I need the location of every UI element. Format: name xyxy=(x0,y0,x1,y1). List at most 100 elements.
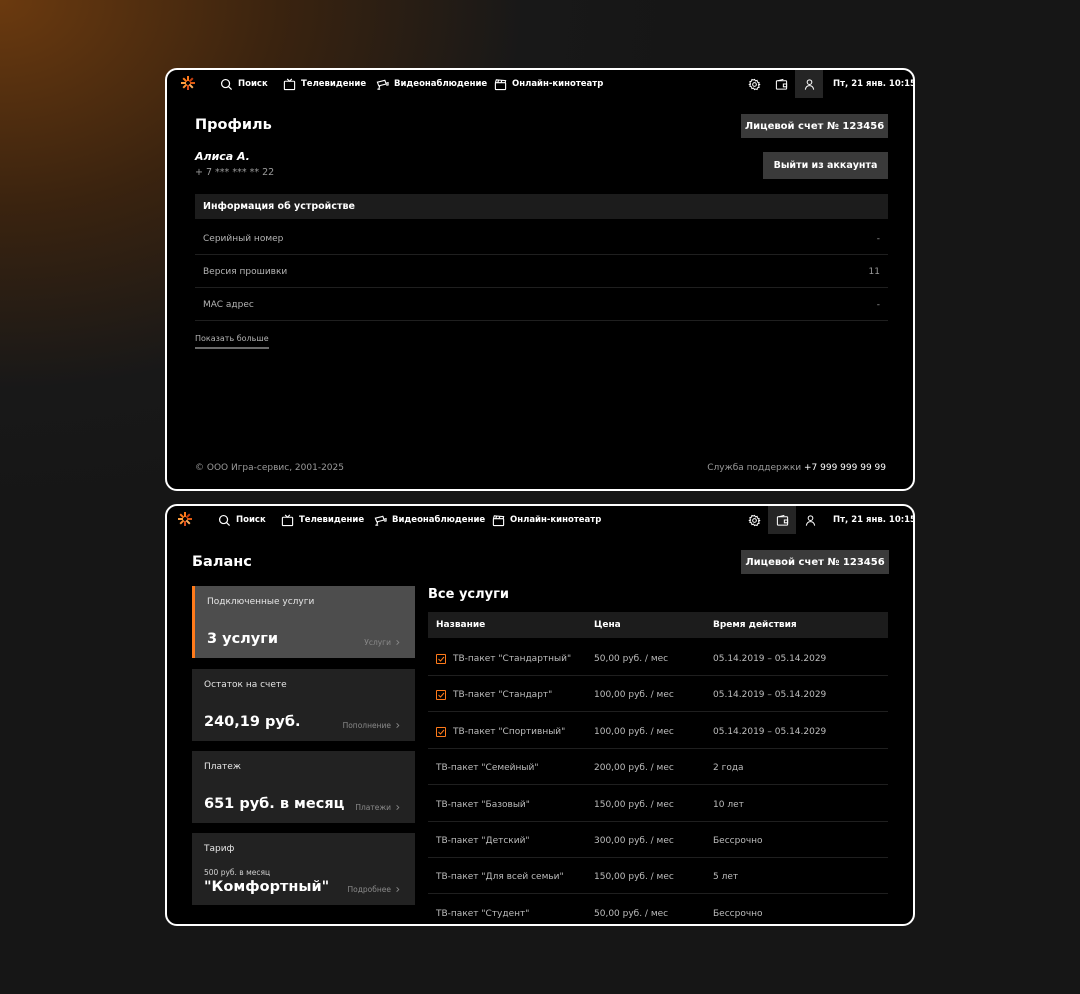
page-title: Баланс xyxy=(192,554,252,570)
nav-tv-label: Телевидение xyxy=(301,79,367,89)
nav-tv[interactable]: Телевидение xyxy=(283,70,366,98)
wallet-icon xyxy=(775,78,787,90)
cinema-icon xyxy=(492,514,505,526)
card-balance[interactable]: Остаток на счете 240,19 руб. Пополнение xyxy=(192,669,415,741)
device-info-label: Версия прошивки xyxy=(203,267,288,277)
profile-button[interactable] xyxy=(796,506,824,534)
service-name: ТВ-пакет "Семейный" xyxy=(436,763,539,774)
service-period: 10 лет xyxy=(713,799,744,810)
service-name: ТВ-пакет "Базовый" xyxy=(436,799,530,810)
profile-button[interactable] xyxy=(795,70,823,98)
settings-button[interactable] xyxy=(740,70,768,98)
table-row[interactable]: ТВ-пакет "Студент" 50,00 руб. / мес Бессро… xyxy=(428,895,888,924)
checkbox-icon[interactable] xyxy=(436,654,446,664)
device-info-label: Серийный номер xyxy=(203,234,284,244)
card-sub: 500 руб. в месяц xyxy=(204,868,271,877)
service-price: 200,00 руб. / мес xyxy=(594,763,674,774)
column-header: Цена xyxy=(594,620,621,630)
nav-video-label: Видеонаблюдение xyxy=(394,79,488,89)
account-number-button[interactable]: Лицевой счет № 123456 xyxy=(741,550,889,574)
show-more-link[interactable]: Показать больше xyxy=(195,334,269,349)
tv-icon xyxy=(283,78,296,90)
device-info-value: - xyxy=(876,300,880,310)
service-period: 05.14.2019 – 05.14.2029 xyxy=(713,654,827,664)
card-label: Подключенные услуги xyxy=(207,597,315,607)
wallet-button[interactable] xyxy=(767,70,795,98)
nav-search-label: Поиск xyxy=(238,79,268,89)
card-link[interactable]: Платежи xyxy=(355,803,401,812)
top-nav: Поиск Телевидение Видеонаблюдение Онлайн… xyxy=(167,70,913,98)
nav-cinema-label: Онлайн-кинотеатр xyxy=(512,79,604,89)
nav-search-label: Поиск xyxy=(236,515,266,525)
table-row[interactable]: ТВ-пакет "Базовый" 150,00 руб. / мес 10 ле… xyxy=(428,786,888,822)
nav-video[interactable]: Видеонаблюдение xyxy=(374,506,485,534)
card-link-label: Услуги xyxy=(364,638,391,647)
datetime: Пт, 21 янв. 10:15 xyxy=(833,515,915,525)
service-price: 300,00 руб. / мес xyxy=(594,836,674,846)
nav-video[interactable]: Видеонаблюдение xyxy=(376,70,487,98)
support-phone[interactable]: +7 999 999 99 99 xyxy=(804,463,886,473)
settings-icon xyxy=(747,514,761,526)
account-number-button[interactable]: Лицевой счет № 123456 xyxy=(741,114,888,138)
nav-search[interactable]: Поиск xyxy=(220,70,268,98)
card-link-label: Пополнение xyxy=(342,721,391,730)
chevron-right-icon xyxy=(396,640,400,645)
chevron-right-icon xyxy=(396,805,400,810)
service-price: 150,00 руб. / мес xyxy=(594,799,674,810)
card-link[interactable]: Услуги xyxy=(364,638,401,647)
table-row[interactable]: ТВ-пакет "Стандартный" 50,00 руб. / мес 05… xyxy=(428,640,888,676)
device-info-header: Информация об устройстве xyxy=(195,194,888,219)
service-name: ТВ-пакет "Стандарт" xyxy=(453,690,553,701)
table-row[interactable]: ТВ-пакет "Семейный" 200,00 руб. / мес 2 го… xyxy=(428,749,888,786)
card-link-label: Платежи xyxy=(355,803,391,812)
nav-video-label: Видеонаблюдение xyxy=(392,515,486,525)
profile-screen: Поиск Телевидение Видеонаблюдение Онлайн… xyxy=(165,68,915,491)
service-period: 5 лет xyxy=(713,872,739,883)
column-header: Название xyxy=(436,620,486,630)
nav-cinema[interactable]: Онлайн-кинотеатр xyxy=(492,506,601,534)
datetime: Пт, 21 янв. 10:15 xyxy=(833,79,915,89)
services-title: Все услуги xyxy=(428,587,510,602)
user-icon xyxy=(805,514,815,526)
card-services[interactable]: Подключенные услуги 3 услуги Услуги xyxy=(192,586,415,658)
card-value: "Комфортный" xyxy=(204,879,330,895)
camera-icon xyxy=(376,79,389,90)
service-price: 100,00 руб. / мес xyxy=(594,690,674,701)
wallet-button[interactable] xyxy=(768,506,796,534)
table-row[interactable]: ТВ-пакет "Стандарт" 100,00 руб. / мес 05.1… xyxy=(428,676,888,713)
user-name: Алиса А. xyxy=(195,150,250,163)
card-link-label: Подробнее xyxy=(347,885,391,894)
support-label: Служба поддержки xyxy=(707,463,802,473)
logout-button[interactable]: Выйти из аккаунта xyxy=(763,152,888,179)
card-link[interactable]: Пополнение xyxy=(343,721,401,730)
card-label: Тариф xyxy=(204,844,235,854)
service-period: 2 года xyxy=(713,763,744,774)
nav-cinema[interactable]: Онлайн-кинотеатр xyxy=(494,70,603,98)
camera-icon xyxy=(374,515,387,526)
service-name: ТВ-пакет "Детский" xyxy=(436,836,530,846)
chevron-right-icon xyxy=(396,723,400,728)
device-info-row: Версия прошивки 11 xyxy=(195,255,888,288)
card-tariff[interactable]: Тариф 500 руб. в месяц "Комфортный" Подр… xyxy=(192,833,415,905)
search-icon xyxy=(220,78,233,90)
checkbox-icon[interactable] xyxy=(436,726,446,737)
card-link[interactable]: Подробнее xyxy=(347,885,401,894)
table-row[interactable]: ТВ-пакет "Детский" 300,00 руб. / мес Бесср… xyxy=(428,822,888,858)
cinema-icon xyxy=(494,78,507,90)
nav-cinema-label: Онлайн-кинотеатр xyxy=(510,515,602,525)
checkbox-icon[interactable] xyxy=(436,690,446,701)
logo-icon[interactable] xyxy=(177,511,193,527)
nav-search[interactable]: Поиск xyxy=(218,506,266,534)
settings-button[interactable] xyxy=(740,506,768,534)
table-row[interactable]: ТВ-пакет "Для всей семьи" 150,00 руб. / м… xyxy=(428,858,888,895)
card-payment[interactable]: Платеж 651 руб. в месяц Платежи xyxy=(192,751,415,823)
nav-tv-label: Телевидение xyxy=(299,515,365,525)
table-row[interactable]: ТВ-пакет "Спортивный" 100,00 руб. / мес 05… xyxy=(428,713,888,749)
service-name: ТВ-пакет "Стандартный" xyxy=(453,654,572,664)
nav-tv[interactable]: Телевидение xyxy=(281,506,364,534)
card-value: 240,19 руб. xyxy=(204,714,301,730)
logo-icon[interactable] xyxy=(180,75,196,91)
card-value: 651 руб. в месяц xyxy=(204,796,345,812)
service-price: 50,00 руб. / мес xyxy=(594,654,669,664)
service-price: 150,00 руб. / мес xyxy=(594,872,674,883)
